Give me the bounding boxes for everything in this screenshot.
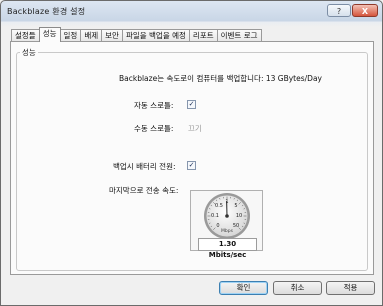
auto-throttle-checkbox[interactable]: ✓	[187, 100, 196, 109]
gauge-hub	[225, 214, 229, 218]
battery-backup-label: 백업시 배터리 전원:	[113, 162, 176, 171]
manual-throttle-label: 수동 스로틀:	[134, 124, 174, 133]
gauge-dial: 0 0.1 0.5 1 5 10 50 Mbps	[204, 193, 250, 239]
title-bar: Backblaze 환경 설정 ? X	[1, 1, 382, 21]
manual-throttle-value: 끄기	[188, 124, 202, 133]
gauge-units: Mbps	[221, 228, 234, 234]
tab-performance[interactable]: 성능	[38, 27, 61, 42]
last-transfer-label: 마지막으로 전송 속도:	[109, 186, 179, 195]
auto-throttle-label: 자동 스로틀:	[134, 101, 174, 110]
speed-gauge: 0 0.1 0.5 1 5 10 50 Mbps 1.30 Mbits/sec	[190, 190, 263, 259]
performance-group-label: 성능	[20, 47, 38, 58]
gauge-label-5: 5	[234, 203, 237, 209]
battery-backup-checkbox[interactable]: ✓	[187, 161, 196, 170]
backup-speed-text: Backblaze는 속도로이 컴퓨터를 백업합니다: 13 GBytes/Da…	[119, 74, 322, 83]
speed-readout: 1.30 Mbits/sec	[198, 238, 257, 259]
close-button[interactable]: X	[352, 4, 378, 17]
window-title: Backblaze 환경 설정	[7, 7, 86, 16]
cancel-button[interactable]: 취소	[273, 281, 322, 295]
preferences-window: Backblaze 환경 설정 ? X 설정들 성능 일정 배제 보안 파일을 …	[0, 0, 383, 306]
gauge-label-0-1: 0.1	[211, 213, 219, 219]
tab-strip: 설정들 성능 일정 배제 보안 파일을 백업을 예정 리포트 이벤트 로그	[11, 27, 262, 42]
ok-button[interactable]: 확인	[219, 281, 268, 295]
apply-button[interactable]: 적용	[326, 281, 375, 295]
gauge-label-0-5: 0.5	[215, 203, 223, 209]
help-button[interactable]: ?	[327, 4, 351, 17]
gauge-label-0: 0	[216, 223, 219, 229]
gauge-label-10: 10	[236, 213, 242, 219]
gauge-label-50: 50	[233, 223, 239, 229]
